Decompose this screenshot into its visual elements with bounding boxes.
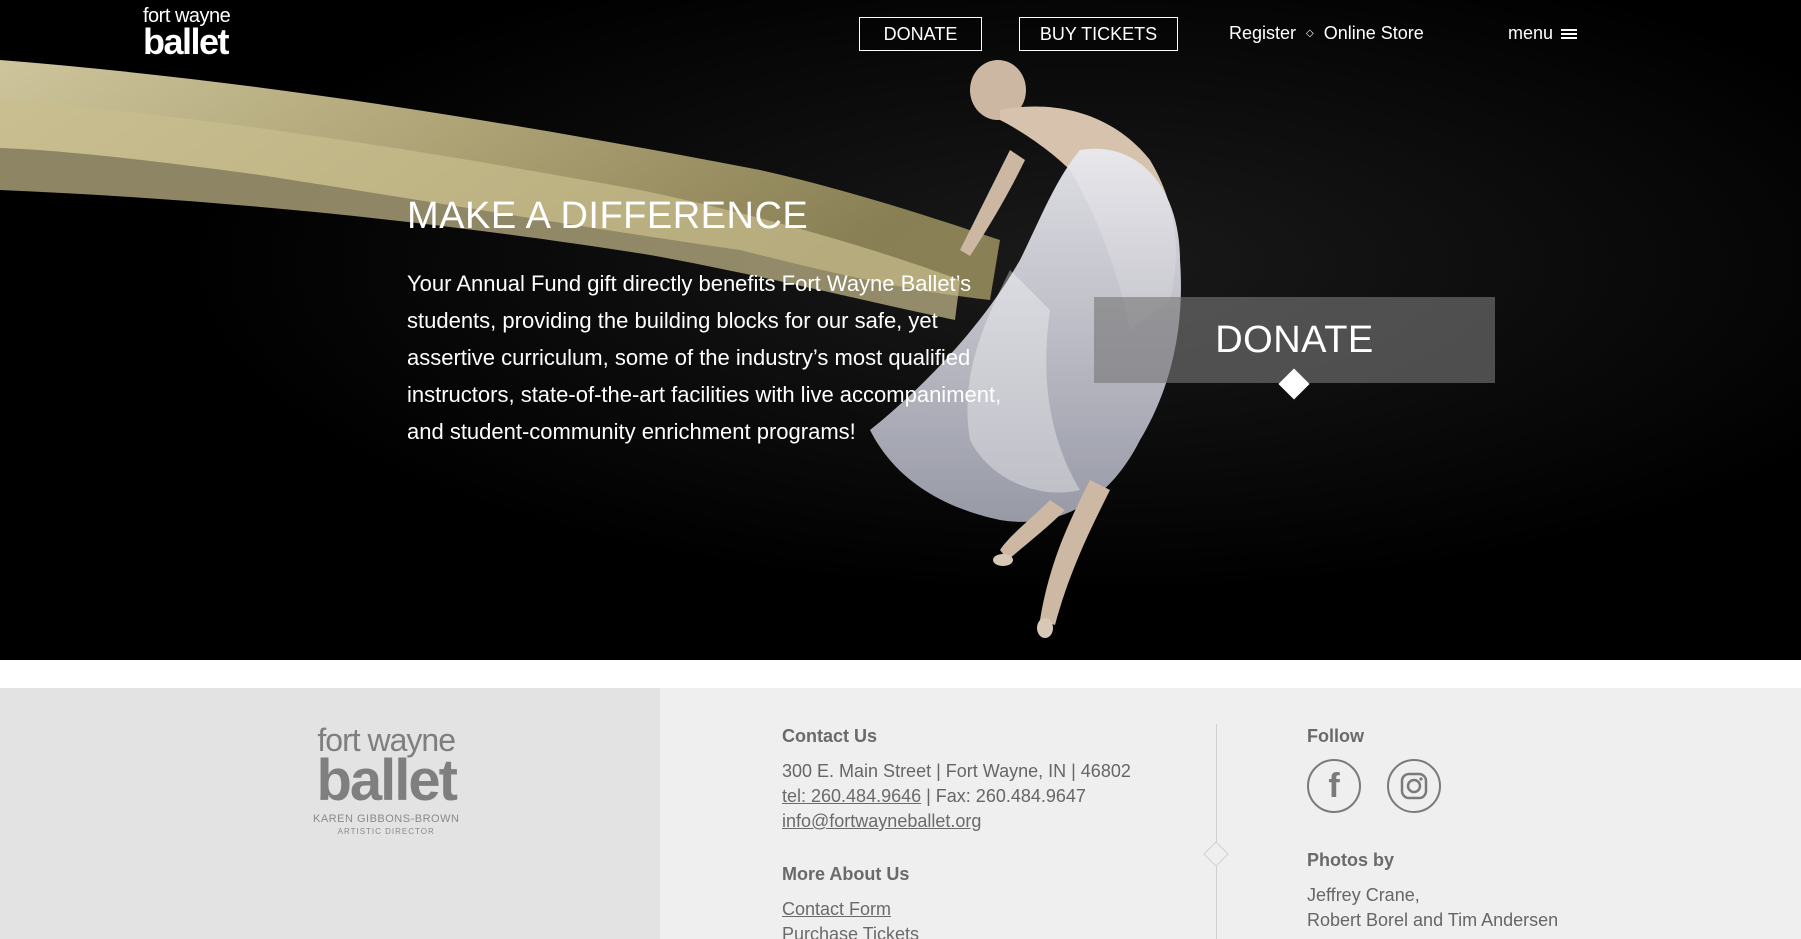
instagram-icon[interactable] [1387,759,1441,813]
social-links: f [1307,759,1441,813]
footer-divider [1216,724,1217,939]
nav-donate-button[interactable]: DONATE [859,17,982,51]
menu-icon [1561,27,1578,41]
divider-diamond-icon [1203,841,1229,867]
facebook-icon[interactable]: f [1307,759,1361,813]
more-heading: More About Us [782,864,910,884]
hero-title: MAKE A DIFFERENCE [407,195,809,237]
logo-big-text: ballet [143,21,230,62]
contact-heading: Contact Us [782,726,878,746]
hero-section: fort wayne ballet DONATE BUY TICKETS Reg… [0,0,1801,660]
footer-logo-director: KAREN GIBBONS-BROWN [313,813,460,825]
online-store-link[interactable]: Online Store [1324,23,1424,44]
photos-line-2: Robert Borel and Tim Andersen [1307,910,1559,930]
photos-heading: Photos by [1307,850,1395,870]
footer-logo-big: ballet [316,748,458,813]
menu-button[interactable]: menu [1508,23,1578,44]
register-link[interactable]: Register [1229,23,1296,44]
footer-logo-panel: fort wayne ballet KAREN GIBBONS-BROWN AR… [0,688,660,939]
nav-separator-icon: ◇ [1306,28,1314,39]
buy-tickets-button[interactable]: BUY TICKETS [1019,17,1178,51]
more-about-section: More About Us Contact Form Purchase Tick… [782,862,919,939]
follow-heading: Follow [1307,726,1364,746]
footer-logo[interactable]: fort wayne ballet KAREN GIBBONS-BROWN AR… [313,724,459,836]
menu-label: menu [1508,23,1554,43]
photo-credits: Photos by Jeffrey Crane, Robert Borel an… [1307,848,1558,933]
tel-link[interactable]: tel: 260.484.9646 [782,786,921,806]
site-logo[interactable]: fort wayne ballet [143,6,231,62]
address: 300 E. Main Street | Fort Wayne, IN | 46… [782,761,1131,781]
contact-form-link[interactable]: Contact Form [782,897,919,922]
photos-line-1: Jeffrey Crane, [1307,885,1420,905]
top-nav-links: Register ◇ Online Store [1229,23,1424,44]
follow-section: Follow f [1307,724,1441,813]
footer-logo-director-title: ARTISTIC DIRECTOR [337,827,435,836]
hero-text: Your Annual Fund gift directly benefits … [407,271,1002,444]
email-link[interactable]: info@fortwayneballet.org [782,811,981,831]
fax-text: | Fax: 260.484.9647 [921,786,1086,806]
contact-section: Contact Us 300 E. Main Street | Fort Way… [782,724,1182,834]
purchase-tickets-link[interactable]: Purchase Tickets [782,922,919,939]
phone-line: tel: 260.484.9646 | Fax: 260.484.9647 [782,784,1182,809]
footer: fort wayne ballet KAREN GIBBONS-BROWN AR… [0,688,1801,939]
